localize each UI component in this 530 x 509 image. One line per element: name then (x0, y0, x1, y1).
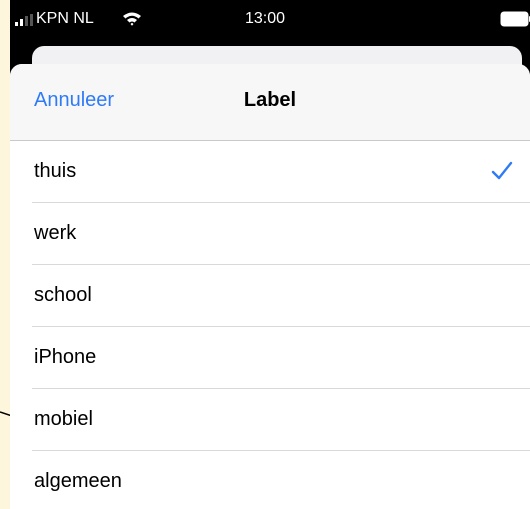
wifi-icon (123, 12, 141, 26)
option-item-thuis[interactable]: thuis (10, 141, 530, 203)
sheet-title: Label (243, 89, 297, 111)
option-item-werk[interactable]: werk (10, 203, 530, 265)
option-item-algemeen[interactable]: algemeen (10, 451, 530, 509)
option-item-school[interactable]: school (10, 265, 530, 327)
signal-bars-icon (15, 14, 33, 26)
checkmark-icon (491, 161, 513, 180)
option-label: school (34, 284, 92, 306)
option-item-mobiel[interactable]: mobiel (10, 389, 530, 451)
option-label: thuis (34, 160, 77, 182)
sheet-nav-bar: Annuleer Label (10, 64, 530, 141)
status-bar: KPN NL 13:00 (10, 0, 530, 40)
carrier-name: KPN NL (36, 10, 94, 27)
label-option-list: thuis werk school iPhone mobiel algemeen (10, 141, 530, 509)
status-time: 13:00 (245, 10, 286, 27)
phone-screen: KPN NL 13:00 Annuleer Label thuis werk s… (10, 0, 530, 509)
battery-icon (500, 11, 530, 27)
option-label: werk (34, 222, 77, 244)
option-label: iPhone (34, 346, 97, 368)
option-label: algemeen (34, 470, 122, 492)
option-item-iphone[interactable]: iPhone (10, 327, 530, 389)
screenshot-frame: KPN NL 13:00 Annuleer Label thuis werk s… (0, 0, 530, 509)
option-label: mobiel (34, 408, 93, 430)
label-picker-sheet: Annuleer Label thuis werk school iPhone (10, 64, 530, 509)
